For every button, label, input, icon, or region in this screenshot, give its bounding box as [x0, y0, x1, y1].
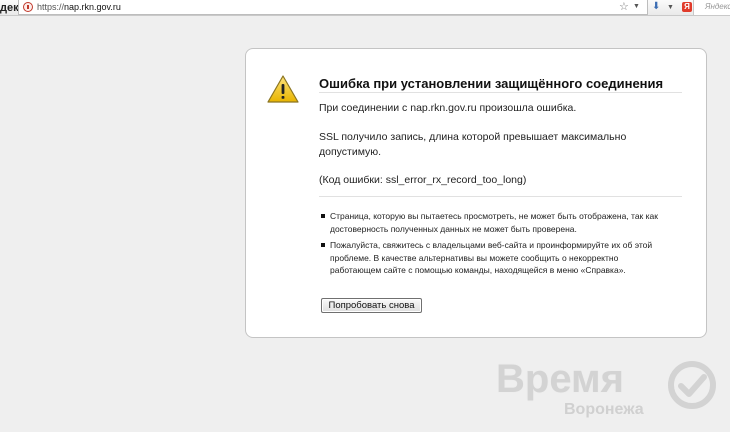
error-title: Ошибка при установлении защищённого соед… [319, 76, 664, 91]
checkmark-circle-icon [668, 361, 716, 409]
url-host: nap.rkn.gov.ru [64, 2, 121, 12]
error-details-list: Страница, которую вы пытаетесь просмотре… [319, 210, 669, 281]
yandex-logo[interactable]: Я [682, 2, 692, 12]
bullet-icon [321, 214, 325, 218]
warning-triangle-icon [267, 75, 299, 103]
browser-toolbar: декс https://nap.rkn.gov.ru ☆ ▼ ⬇ ▼ Я Ян… [0, 0, 730, 16]
error-description: При соединении с nap.rkn.gov.ru произошл… [319, 102, 577, 114]
list-item: Пожалуйста, свяжитесь с владельцами веб-… [319, 239, 669, 277]
security-warning-icon[interactable] [23, 2, 33, 12]
section-divider [319, 196, 682, 197]
url-text[interactable]: https://nap.rkn.gov.ru [37, 1, 121, 13]
list-item-text: Страница, которую вы пытаетесь просмотре… [330, 211, 658, 234]
error-panel: Ошибка при установлении защищённого соед… [245, 48, 707, 338]
list-item: Страница, которую вы пытаетесь просмотре… [319, 210, 669, 235]
url-scheme: https:// [37, 2, 65, 12]
star-icon[interactable]: ☆ [619, 0, 629, 14]
search-placeholder: Яндекс [705, 2, 730, 11]
retry-button[interactable]: Попробовать снова [321, 298, 422, 313]
bullet-icon [321, 243, 325, 247]
watermark-subtitle: Воронежа [564, 401, 644, 418]
list-item-text: Пожалуйста, свяжитесь с владельцами веб-… [330, 240, 653, 275]
browser-brand-partial: декс [0, 2, 18, 14]
title-divider [319, 92, 682, 93]
toolbar-chevron-down-icon[interactable]: ▼ [667, 0, 674, 15]
watermark-title: Время [496, 357, 624, 401]
chevron-down-icon[interactable]: ▼ [633, 0, 640, 14]
error-code: (Код ошибки: ssl_error_rx_record_too_lon… [319, 174, 527, 186]
address-bar[interactable]: https://nap.rkn.gov.ru ☆ ▼ [18, 0, 648, 15]
download-arrow-icon[interactable]: ⬇ [652, 1, 664, 13]
search-input[interactable]: Яндекс [693, 0, 730, 15]
ssl-message: SSL получило запись, длина которой превы… [319, 131, 627, 158]
